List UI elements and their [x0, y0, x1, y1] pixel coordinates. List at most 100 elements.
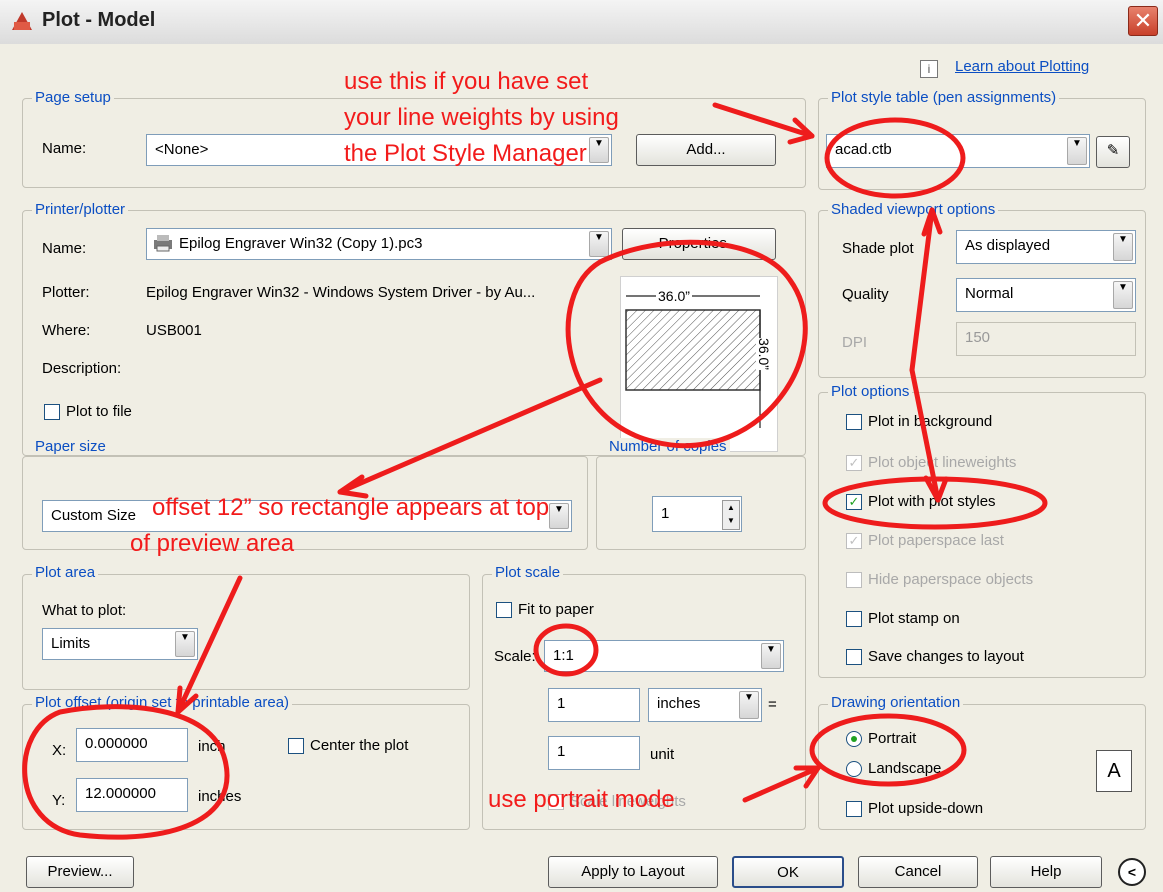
annotation-style-line3: the Plot Style Manager — [344, 140, 587, 167]
copies-value: 1 — [661, 505, 670, 522]
help-button[interactable]: Help — [990, 856, 1102, 888]
y-offset-value: 12.000000 — [85, 785, 156, 802]
y-offset-label: Y: — [52, 792, 66, 809]
chevron-left-icon: < — [1127, 864, 1137, 880]
x-offset-input[interactable]: 0.000000 — [76, 728, 188, 762]
plot-with-plot-styles-label: Plot with plot styles — [868, 493, 996, 510]
ok-button[interactable]: OK — [732, 856, 844, 888]
scale-denominator-input[interactable]: 1 — [548, 736, 640, 770]
chevron-down-icon: ▼ — [589, 137, 609, 163]
plotter-value: Epilog Engraver Win32 - Windows System D… — [146, 284, 536, 301]
printer-name-select[interactable]: Epilog Engraver Win32 (Copy 1).pc3 ▼ — [146, 228, 612, 260]
plot-style-table-title: Plot style table (pen assignments) — [828, 89, 1060, 106]
preview-height-label: 36.0” — [755, 338, 772, 370]
quality-label: Quality — [842, 286, 889, 303]
close-button[interactable]: ✕ — [1128, 6, 1158, 36]
cancel-button[interactable]: Cancel — [858, 856, 978, 888]
dpi-label: DPI — [842, 334, 868, 351]
plot-paperspace-last-checkbox[interactable]: ✓ — [846, 533, 862, 549]
copies-spinner[interactable]: ▲ ▼ — [722, 500, 740, 530]
autocad-app-icon — [12, 12, 32, 30]
landscape-label: Landscape — [868, 760, 942, 777]
chevron-down-icon: ▼ — [739, 691, 759, 719]
scale-numerator-value: 1 — [557, 695, 566, 712]
page-setup-name-value: <None> — [155, 141, 209, 158]
center-plot-label: Center the plot — [310, 737, 409, 754]
equals-sign: = — [768, 696, 777, 713]
add-button[interactable]: Add... — [636, 134, 776, 166]
plot-stamp-on-checkbox[interactable] — [846, 611, 862, 627]
edit-plot-style-button[interactable]: ✎ — [1096, 136, 1130, 168]
apply-to-layout-button[interactable]: Apply to Layout — [548, 856, 718, 888]
chevron-down-icon: ▼ — [1067, 137, 1087, 165]
annotation-offset-line2: of preview area — [130, 530, 295, 557]
title-bar: Plot - Model ✕ — [0, 0, 1163, 45]
center-plot-checkbox[interactable] — [288, 738, 304, 754]
shade-plot-label: Shade plot — [842, 240, 914, 257]
scale-label: Scale: — [494, 648, 536, 665]
shaded-viewport-title: Shaded viewport options — [828, 201, 999, 218]
plotter-label: Plotter: — [42, 284, 90, 301]
plot-with-plot-styles-checkbox[interactable]: ✓ — [846, 494, 862, 510]
chevron-down-icon: ▼ — [1113, 281, 1133, 309]
plot-upside-down-checkbox[interactable] — [846, 801, 862, 817]
scale-select[interactable]: 1:1 ▼ — [544, 640, 784, 672]
plot-style-table-select[interactable]: acad.ctb ▼ — [826, 134, 1090, 168]
plot-options-title: Plot options — [828, 383, 913, 400]
plot-scale-title: Plot scale — [492, 564, 564, 581]
landscape-radio[interactable] — [846, 761, 862, 777]
save-changes-to-layout-checkbox[interactable] — [846, 649, 862, 665]
plot-offset-title: Plot offset (origin set to printable are… — [32, 694, 293, 711]
orientation-preview-icon: A — [1096, 750, 1132, 792]
annotation-style-line2: your line weights by using — [344, 104, 619, 131]
close-icon: ✕ — [1133, 8, 1153, 33]
scale-denominator-value: 1 — [557, 743, 566, 760]
paper-size-title: Paper size — [32, 438, 109, 455]
scale-units-select[interactable]: inches ▼ — [648, 688, 762, 722]
what-to-plot-select[interactable]: Limits ▼ — [42, 628, 198, 660]
what-to-plot-value: Limits — [51, 635, 91, 652]
save-changes-to-layout-label: Save changes to layout — [868, 648, 1024, 665]
plot-in-background-label: Plot in background — [868, 413, 993, 430]
preview-width-label: 36.0” — [656, 288, 692, 304]
dpi-input[interactable]: 150 — [956, 322, 1136, 356]
shade-plot-select[interactable]: As displayed ▼ — [956, 230, 1136, 264]
chevron-down-icon: ▼ — [761, 643, 781, 669]
window-title: Plot - Model — [42, 9, 156, 31]
chevron-down-icon: ▼ — [589, 231, 609, 257]
portrait-label: Portrait — [868, 730, 917, 747]
scale-value: 1:1 — [553, 647, 574, 664]
chevron-down-icon: ▼ — [1113, 233, 1133, 261]
copies-title: Number of copies — [606, 438, 730, 455]
quality-select[interactable]: Normal ▼ — [956, 278, 1136, 312]
plot-to-file-checkbox[interactable] — [44, 404, 60, 420]
printer-plotter-title: Printer/plotter — [32, 201, 129, 218]
plot-object-lineweights-checkbox[interactable]: ✓ — [846, 455, 862, 471]
learn-about-plotting-link[interactable]: Learn about Plotting — [955, 58, 1089, 75]
hide-paperspace-objects-checkbox[interactable] — [846, 572, 862, 588]
printer-name-label: Name: — [42, 240, 87, 257]
chevron-down-icon: ▼ — [175, 631, 195, 657]
scale-units-value: inches — [657, 695, 701, 712]
annotation-style-line1: use this if you have set — [344, 68, 589, 95]
x-offset-label: X: — [52, 742, 67, 759]
properties-button[interactable]: Properties... — [622, 228, 776, 260]
info-icon: i — [920, 60, 938, 78]
printer-icon — [154, 235, 172, 252]
preview-button[interactable]: Preview... — [26, 856, 134, 888]
x-offset-unit: inch — [198, 738, 226, 755]
collapse-options-button[interactable]: < — [1118, 858, 1146, 886]
quality-value: Normal — [965, 285, 1014, 302]
fit-to-paper-checkbox[interactable] — [496, 602, 512, 618]
page-setup-name-label: Name: — [42, 140, 87, 157]
plot-in-background-checkbox[interactable] — [846, 414, 862, 430]
description-label: Description: — [42, 360, 122, 377]
plot-stamp-on-label: Plot stamp on — [868, 610, 960, 627]
y-offset-input[interactable]: 12.000000 — [76, 778, 188, 812]
scale-numerator-input[interactable]: 1 — [548, 688, 640, 722]
plot-area-title: Plot area — [32, 564, 99, 581]
portrait-radio[interactable] — [846, 731, 862, 747]
y-offset-unit: inches — [198, 788, 242, 805]
plot-style-table-value: acad.ctb — [835, 141, 892, 158]
dpi-value: 150 — [965, 329, 991, 346]
